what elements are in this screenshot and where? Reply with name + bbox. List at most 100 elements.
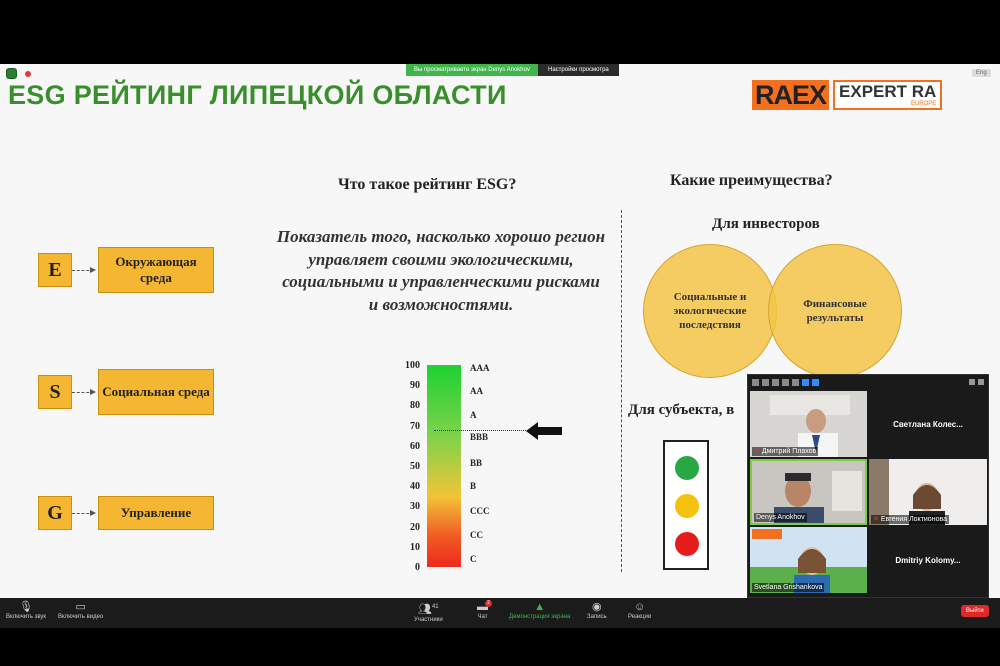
participant-tile[interactable]: Светлана Колес... xyxy=(869,391,987,457)
yellow-light xyxy=(675,494,699,518)
reactions-button[interactable]: ☺ Реакции xyxy=(628,601,651,620)
participant-tile[interactable]: Dmitriy Kolomy... xyxy=(869,527,987,593)
meeting-toolbar: 🎙︎ Включить звук ▭ Включить видео 👥︎41 У… xyxy=(0,598,1000,628)
scale-tick: 90 xyxy=(410,380,420,392)
slide-title: ESG РЕЙТИНГ ЛИПЕЦКОЙ ОБЛАСТИ xyxy=(8,80,507,110)
for-subject-heading: Для субъекта, в xyxy=(628,402,735,418)
rating-grade: AA xyxy=(470,386,483,396)
recording-dot-icon xyxy=(25,71,31,77)
venn-circle-right: Финансовые результаты xyxy=(768,244,902,378)
scale-tick: 30 xyxy=(410,501,420,513)
participant-tile[interactable]: Svetlana Grishankova xyxy=(750,527,867,593)
language-button[interactable]: Eng xyxy=(972,69,991,77)
logo-raex: RAEX xyxy=(752,80,830,110)
rating-grade: C xyxy=(470,554,477,564)
scale-tick: 10 xyxy=(410,541,420,553)
view-options-button[interactable]: Настройки просмотра xyxy=(537,64,619,76)
camera-off-icon: ▭ xyxy=(75,601,86,613)
participant-name: Svetlana Grishankova xyxy=(754,584,823,591)
meeting-info-icons xyxy=(6,68,31,79)
esg-label: Социальная среда xyxy=(98,369,214,415)
logo-expert-text: EXPERT RA xyxy=(839,82,937,101)
raex-logo: RAEX EXPERT RA EUROPE xyxy=(752,80,943,110)
participants-button[interactable]: 👥︎41 Участники xyxy=(414,601,443,623)
view-icon[interactable] xyxy=(792,378,799,386)
esg-letter: S xyxy=(38,375,72,409)
participant-name: Dmitriy Kolomy... xyxy=(895,555,961,565)
rating-scale: 100 90 80 70 60 50 40 30 20 10 0 AAA AA A BBB BB B CCC CC… xyxy=(390,360,590,575)
rating-grade: A xyxy=(470,410,477,420)
record-button[interactable]: ◉ Запись xyxy=(587,601,607,620)
mic-muted-icon: ✕ xyxy=(754,448,760,455)
participant-tile[interactable]: ✕ Дмитрий Плахов xyxy=(750,391,867,457)
esg-label: Окружающая среда xyxy=(98,247,214,293)
esg-row-e: E Окружающая среда xyxy=(38,247,214,293)
chat-badge: 2 xyxy=(485,600,492,607)
logo-europe-text: EUROPE xyxy=(910,101,937,107)
mic-muted-icon: ✕ xyxy=(873,516,879,523)
record-icon: ◉ xyxy=(592,601,602,613)
view-icon[interactable] xyxy=(772,378,779,386)
question-benefits: Какие преимущества? xyxy=(670,172,833,189)
share-screen-button[interactable]: ▲ Демонстрация экрана xyxy=(509,601,570,620)
rating-grade: CC xyxy=(470,530,483,540)
screen-share-bar: Вы просматриваете экран Denys Anokhov На… xyxy=(406,64,619,76)
top-letterbox xyxy=(0,0,1000,64)
participant-name: Дмитрий Плахов xyxy=(761,448,817,455)
venn-left-text: Социальные и экологические последствия xyxy=(673,291,747,331)
reactions-icon: ☺ xyxy=(633,601,646,613)
view-icon[interactable] xyxy=(812,378,819,386)
traffic-light xyxy=(663,440,709,570)
participants-count: 41 xyxy=(431,604,439,610)
bottom-letterbox xyxy=(0,628,1000,666)
venn-right-text: Финансовые результаты xyxy=(803,298,867,324)
participant-tile-active[interactable]: Denys Anokhov xyxy=(750,459,867,525)
video-gallery-panel[interactable]: ✕ Дмитрий Плахов Светлана Колес... Denys … xyxy=(747,374,989,598)
view-icon[interactable] xyxy=(782,378,789,386)
dashed-arrow-icon xyxy=(72,266,96,273)
participant-name: Светлана Колес... xyxy=(893,419,963,429)
rating-grade: CCC xyxy=(470,506,490,516)
slide-divider xyxy=(621,210,622,572)
participants-icon: 👥︎41 xyxy=(418,603,439,616)
logo-expert: EXPERT RA EUROPE xyxy=(833,80,943,110)
leave-meeting-button[interactable]: Выйти xyxy=(961,605,989,617)
red-light xyxy=(675,532,699,556)
esg-row-s: S Социальная среда xyxy=(38,369,214,415)
shield-icon[interactable] xyxy=(6,68,17,79)
share-status-text: Вы просматриваете экран Denys Anokhov xyxy=(406,64,538,76)
scale-tick: 0 xyxy=(415,562,420,573)
participant-tile[interactable]: ✕ Евгения Локтионова xyxy=(869,459,987,525)
view-icon[interactable] xyxy=(762,378,769,386)
esg-definition: Показатель того, насколько хорошо регион… xyxy=(276,227,606,314)
mic-off-icon: 🎙︎ xyxy=(19,601,33,613)
green-light xyxy=(675,456,699,480)
unmute-button[interactable]: 🎙︎ Включить звук xyxy=(6,601,46,620)
view-icon[interactable] xyxy=(802,378,809,386)
share-screen-icon: ▲ xyxy=(534,601,546,613)
pointer-arrow-icon xyxy=(526,422,562,440)
view-icon[interactable] xyxy=(752,378,759,386)
esg-label: Управление xyxy=(98,496,214,530)
for-investors-heading: Для инвесторов xyxy=(712,216,820,232)
scale-tick: 100 xyxy=(405,360,420,371)
venn-circle-left: Социальные и экологические последствия xyxy=(643,244,777,378)
gradient-bar xyxy=(427,365,461,567)
minimize-icon[interactable] xyxy=(969,379,975,385)
rating-grade: AAA xyxy=(470,363,490,373)
question-what-is-esg: Что такое рейтинг ESG? xyxy=(338,176,517,193)
dashed-arrow-icon xyxy=(72,509,96,516)
rating-grade: B xyxy=(470,481,477,491)
chat-button[interactable]: ▬ 2 Чат xyxy=(477,600,492,620)
expand-icon[interactable] xyxy=(978,379,984,385)
scale-tick: 60 xyxy=(410,440,420,452)
gallery-header xyxy=(748,375,988,389)
rating-grade: BB xyxy=(470,458,483,468)
esg-letter: G xyxy=(38,496,72,530)
participant-name: Евгения Локтионова xyxy=(880,516,947,523)
esg-row-g: G Управление xyxy=(38,496,214,530)
scale-tick: 80 xyxy=(410,400,420,412)
scale-tick: 20 xyxy=(410,521,420,533)
start-video-button[interactable]: ▭ Включить видео xyxy=(58,601,103,620)
scale-tick: 50 xyxy=(410,461,420,472)
